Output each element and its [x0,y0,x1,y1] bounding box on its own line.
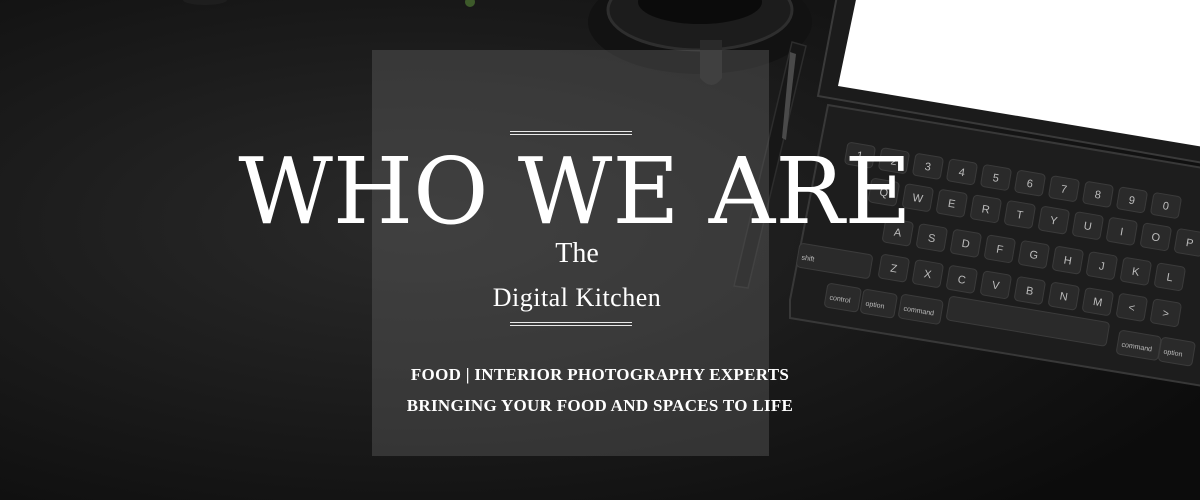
keyboard-key: Z [878,254,910,283]
keyboard-key: D [950,229,982,258]
tagline-line-1: FOOD | INTERIOR PHOTOGRAPHY EXPERTS [410,365,790,384]
keyboard-key: 6 [1014,170,1046,197]
keyboard-key: P [1174,228,1200,257]
keyboard-key: J [1086,251,1118,280]
keyboard-key: < [1116,293,1148,322]
keyboard-key: I [1106,217,1138,246]
keyboard-key: 8 [1082,181,1114,208]
keyboard-key: K [1120,257,1152,286]
subtitle-line-1: The [555,238,599,269]
svg-text:M: M [1092,296,1103,309]
keyboard-key: X [912,259,944,288]
divider-top [510,131,632,135]
keyboard-key: B [1014,276,1046,305]
keyboard-key: L [1154,262,1186,291]
divider-bottom [510,322,632,326]
subtitle-line-2: Digital Kitchen [492,283,662,312]
keyboard-key: T [1004,200,1036,229]
keyboard-modifier-key: option [1158,337,1196,367]
keyboard-key: Y [1038,206,1070,235]
keyboard-key: F [984,234,1016,263]
keyboard-key: > [1150,298,1182,327]
keyboard-key: C [946,265,978,294]
keyboard-key: O [1140,222,1172,251]
keyboard-key: V [980,270,1012,299]
keyboard-modifier-key: option [860,289,898,319]
tagline-line-2: BRINGING YOUR FOOD AND SPACES TO LIFE [406,396,794,415]
keyboard-key: 9 [1116,186,1148,214]
keyboard-key: G [1018,240,1050,269]
keyboard-key: R [970,194,1002,223]
keyboard-key: U [1072,211,1104,240]
keyboard-key: 7 [1048,175,1080,202]
keyboard-key: 0 [1150,192,1182,219]
keyboard-key: 4 [946,158,978,186]
hero-banner: 1 2 3 4 5 6 7 8 9 0 Q W E R T Y U I O P A S D F G H J K L Z X C V B N M < > sh… [0,0,1200,500]
keyboard-key: H [1052,246,1084,275]
headline: WHO WE ARE [238,138,912,245]
keyboard-key: 5 [980,164,1012,191]
keyboard-modifier-key: control [824,283,862,313]
keyboard-key: M [1082,287,1114,316]
keyboard-key: N [1048,282,1080,311]
